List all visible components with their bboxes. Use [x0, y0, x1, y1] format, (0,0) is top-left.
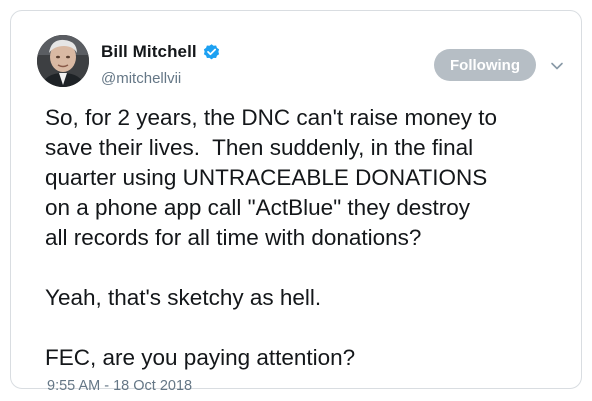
handle[interactable]: @mitchellvii: [101, 70, 221, 87]
chevron-down-icon[interactable]: [549, 59, 565, 71]
tweet-paragraph: Yeah, that's sketchy as hell.: [45, 285, 322, 310]
following-button[interactable]: Following: [434, 49, 536, 81]
tweet-text: So, for 2 years, the DNC can't raise mon…: [45, 103, 565, 373]
avatar-image: [37, 35, 89, 87]
tweet-timestamp[interactable]: 9:55 AM - 18 Oct 2018: [47, 378, 192, 394]
tweet-paragraph: So, for 2 years, the DNC can't raise mon…: [45, 105, 497, 250]
tweet-paragraph: FEC, are you paying attention?: [45, 345, 356, 370]
avatar[interactable]: [37, 35, 89, 87]
name-row: Bill Mitchell: [101, 42, 221, 62]
display-name[interactable]: Bill Mitchell: [101, 42, 197, 62]
author-block[interactable]: Bill Mitchell @mitchellvii: [101, 42, 221, 87]
tweet-card: Bill Mitchell @mitchellvii Following So,…: [10, 10, 582, 394]
verified-badge-icon: [202, 43, 221, 62]
